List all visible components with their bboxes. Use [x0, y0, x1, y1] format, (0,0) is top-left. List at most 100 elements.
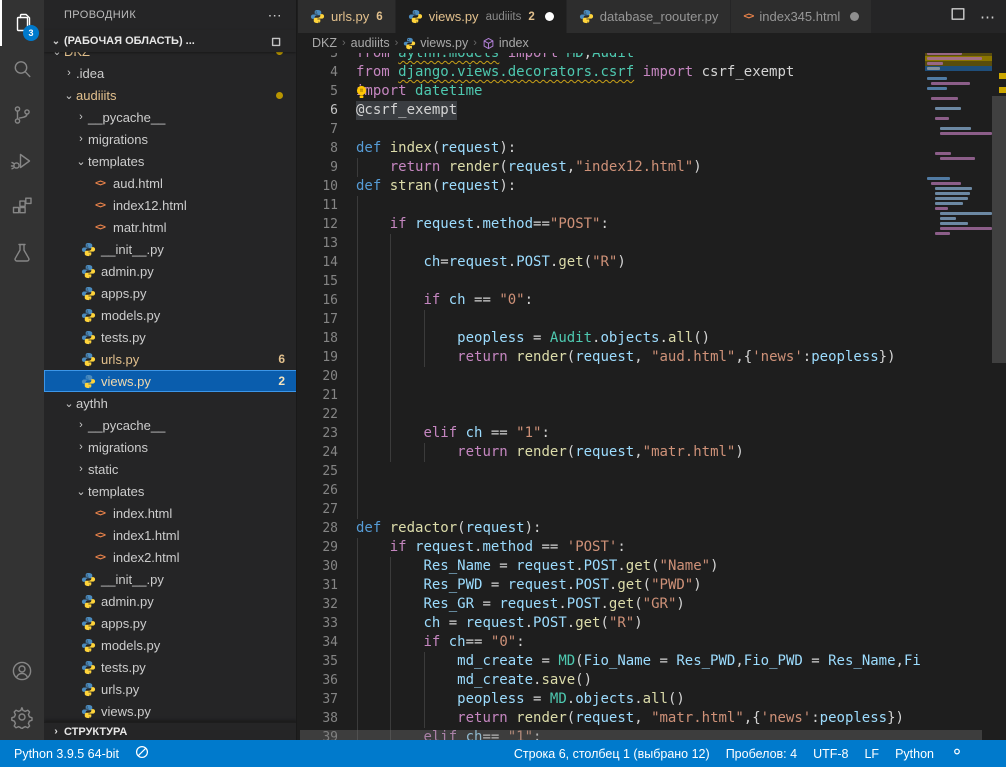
- code-line-9[interactable]: 9 return render(request,"index12.html"): [298, 158, 925, 177]
- tree-item-urls.py[interactable]: urls.py: [44, 678, 297, 700]
- status-language[interactable]: Python: [887, 740, 942, 767]
- tree-item-__pycache__[interactable]: ›__pycache__: [44, 106, 297, 128]
- dirty-indicator[interactable]: [545, 12, 554, 21]
- code-line-21[interactable]: 21: [298, 386, 925, 405]
- activity-source-control[interactable]: [0, 92, 44, 138]
- new-file-icon[interactable]: [198, 32, 214, 51]
- tree-item-matr.html[interactable]: <>matr.html: [44, 216, 297, 238]
- activity-testing[interactable]: [0, 230, 44, 276]
- tree-item-__init__.py[interactable]: __init__.py: [44, 238, 297, 260]
- dirty-indicator[interactable]: [850, 12, 859, 21]
- tree-item-audiiits[interactable]: ⌄audiiits: [44, 84, 297, 106]
- code-line-27[interactable]: 27: [298, 500, 925, 519]
- tree-item-models.py[interactable]: models.py: [44, 304, 297, 326]
- status-python-version[interactable]: Python 3.9.5 64-bit: [6, 740, 127, 767]
- code-line-32[interactable]: 32 Res_GR = request.POST.get("GR"): [298, 595, 925, 614]
- code-line-14[interactable]: 14 ch=request.POST.get("R"): [298, 253, 925, 272]
- more-actions-button[interactable]: ⋯: [976, 8, 1000, 26]
- code-line-7[interactable]: 7: [298, 120, 925, 139]
- code-line-6[interactable]: 6@csrf_exempt: [298, 101, 925, 120]
- explorer-more-button[interactable]: ⋯: [268, 0, 296, 30]
- tree-item-aud.html[interactable]: <>aud.html: [44, 172, 297, 194]
- breadcrumb-item-DKZ[interactable]: DKZ: [312, 36, 337, 50]
- tree-item-tests.py[interactable]: tests.py: [44, 656, 297, 678]
- code-editor[interactable]: 3from aythh.models import MD,Audit4from …: [298, 53, 925, 740]
- tab-database_roouter.py[interactable]: database_roouter.py: [567, 0, 731, 33]
- code-line-13[interactable]: 13: [298, 234, 925, 253]
- code-line-19[interactable]: 19 return render(request, "aud.html",{'n…: [298, 348, 925, 367]
- code-line-24[interactable]: 24 return render(request,"matr.html"): [298, 443, 925, 462]
- tree-item-templates[interactable]: ⌄templates: [44, 150, 297, 172]
- code-line-11[interactable]: 11: [298, 196, 925, 215]
- vertical-scrollbar-thumb[interactable]: [992, 96, 1006, 363]
- tab-views.py[interactable]: views.pyaudiiits2: [396, 0, 566, 33]
- code-line-16[interactable]: 16 if ch == "0":: [298, 291, 925, 310]
- run-dropdown[interactable]: [924, 6, 940, 27]
- activity-settings[interactable]: [0, 694, 44, 740]
- tree-item-templates[interactable]: ⌄templates: [44, 480, 297, 502]
- tree-item-apps.py[interactable]: apps.py: [44, 282, 297, 304]
- code-line-23[interactable]: 23 elif ch == "1":: [298, 424, 925, 443]
- tree-item-admin.py[interactable]: admin.py: [44, 260, 297, 282]
- tree-item-admin.py[interactable]: admin.py: [44, 590, 297, 612]
- minimap[interactable]: [925, 53, 992, 740]
- code-line-31[interactable]: 31 Res_PWD = request.POST.get("PWD"): [298, 576, 925, 595]
- code-line-28[interactable]: 28def redactor(request):: [298, 519, 925, 538]
- activity-search[interactable]: [0, 46, 44, 92]
- breadcrumb-item-index[interactable]: index: [482, 36, 529, 50]
- code-line-17[interactable]: 17: [298, 310, 925, 329]
- status-encoding[interactable]: UTF-8: [805, 740, 856, 767]
- tree-item-__pycache__[interactable]: ›__pycache__: [44, 414, 297, 436]
- tree-item-index12.html[interactable]: <>index12.html: [44, 194, 297, 216]
- split-editor-button[interactable]: [950, 6, 966, 27]
- activity-account[interactable]: [0, 648, 44, 694]
- tree-item-urls.py[interactable]: urls.py6: [44, 348, 297, 370]
- outline-section-header[interactable]: › СТРУКТУРА: [44, 722, 297, 740]
- new-folder-icon[interactable]: [222, 32, 238, 51]
- code-line-5[interactable]: 5import datetime: [298, 82, 925, 101]
- refresh-icon[interactable]: [246, 32, 262, 51]
- run-button[interactable]: [898, 6, 914, 27]
- tree-item-migrations[interactable]: ›migrations: [44, 436, 297, 458]
- code-line-33[interactable]: 33 ch = request.POST.get("R"): [298, 614, 925, 633]
- code-line-37[interactable]: 37 peopless = MD.objects.all(): [298, 690, 925, 709]
- status-eol[interactable]: LF: [856, 740, 887, 767]
- code-line-35[interactable]: 35 md_create = MD(Fio_Name = Res_PWD,Fio…: [298, 652, 925, 671]
- tree-item-__init__.py[interactable]: __init__.py: [44, 568, 297, 590]
- code-line-22[interactable]: 22: [298, 405, 925, 424]
- tree-item-apps.py[interactable]: apps.py: [44, 612, 297, 634]
- tab-index345.html[interactable]: <>index345.html: [731, 0, 871, 33]
- activity-run-debug[interactable]: [0, 138, 44, 184]
- code-line-36[interactable]: 36 md_create.save(): [298, 671, 925, 690]
- code-line-3[interactable]: 3from aythh.models import MD,Audit: [298, 53, 925, 63]
- code-line-25[interactable]: 25: [298, 462, 925, 481]
- activity-extensions[interactable]: [0, 184, 44, 230]
- breadcrumb-item-audiiits[interactable]: audiiits: [351, 36, 390, 50]
- code-line-20[interactable]: 20: [298, 367, 925, 386]
- status-problems[interactable]: [127, 740, 157, 767]
- tree-item-.idea[interactable]: ›.idea: [44, 62, 297, 84]
- tab-urls.py[interactable]: urls.py6: [298, 0, 395, 33]
- activity-explorer[interactable]: 3: [0, 0, 44, 46]
- code-line-8[interactable]: 8def index(request):: [298, 139, 925, 158]
- horizontal-scrollbar[interactable]: [298, 730, 925, 740]
- status-indentation[interactable]: Пробелов: 4: [718, 740, 805, 767]
- code-line-4[interactable]: 4from django.views.decorators.csrf impor…: [298, 63, 925, 82]
- tree-item-index1.html[interactable]: <>index1.html: [44, 524, 297, 546]
- tree-item-views.py[interactable]: views.py2: [44, 370, 297, 392]
- tree-item-tests.py[interactable]: tests.py: [44, 326, 297, 348]
- code-line-18[interactable]: 18 peopless = Audit.objects.all(): [298, 329, 925, 348]
- code-line-26[interactable]: 26: [298, 481, 925, 500]
- lightbulb-icon[interactable]: [355, 85, 368, 105]
- tree-item-static[interactable]: ›static: [44, 458, 297, 480]
- collapse-all-icon[interactable]: [270, 32, 286, 51]
- tree-item-aythh[interactable]: ⌄aythh: [44, 392, 297, 414]
- tree-item-models.py[interactable]: models.py: [44, 634, 297, 656]
- code-line-10[interactable]: 10def stran(request):: [298, 177, 925, 196]
- code-line-34[interactable]: 34 if ch== "0":: [298, 633, 925, 652]
- status-cursor-position[interactable]: Строка 6, столбец 1 (выбрано 12): [506, 740, 718, 767]
- tree-item-index.html[interactable]: <>index.html: [44, 502, 297, 524]
- code-line-29[interactable]: 29 if request.method == 'POST':: [298, 538, 925, 557]
- tree-item-migrations[interactable]: ›migrations: [44, 128, 297, 150]
- vertical-scrollbar[interactable]: [992, 53, 1006, 740]
